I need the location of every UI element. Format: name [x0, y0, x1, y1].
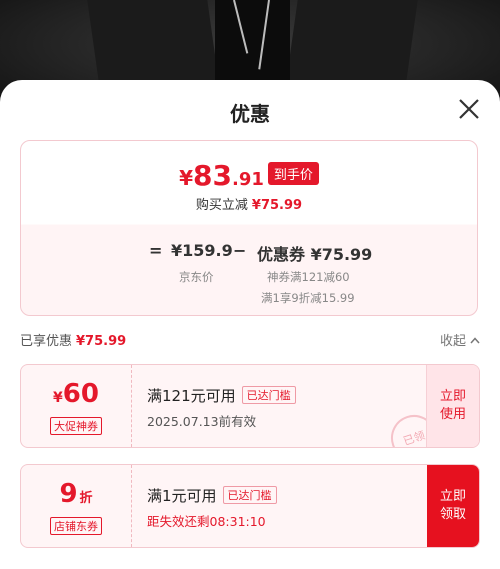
- instant-discount: 购买立减 ¥75.99: [21, 194, 477, 213]
- base-price: ¥159.9: [171, 241, 233, 260]
- equals-sign: =: [149, 241, 163, 260]
- coupon-detail-line: 满1享9折减15.99: [261, 291, 355, 305]
- claim-now-label: 立即 领取: [439, 489, 466, 522]
- instant-discount-amount: ¥75.99: [251, 198, 303, 213]
- coupon-currency: ¥: [53, 390, 63, 406]
- coupon-amount: 60: [62, 379, 99, 409]
- use-now-button[interactable]: 立即 使用: [426, 365, 479, 447]
- discount-bottom-sheet: 优惠 ¥83.91 到手价 购买立减 ¥75.99 = ¥159.9 − 优惠券 ¥…: [0, 80, 500, 569]
- minus-sign: −: [233, 241, 247, 260]
- coupon-condition: 满1元可用 已达门槛: [147, 485, 277, 506]
- claim-now-button[interactable]: 立即 领取: [427, 465, 479, 547]
- base-price-label: 京东价: [179, 270, 214, 284]
- final-price-tag: 到手价: [267, 162, 319, 185]
- coupon-condition: 满121元可用 已达门槛: [147, 385, 296, 406]
- coupon-condition-text: 满121元可用: [147, 387, 236, 405]
- coupon-card: ¥60 大促神券 满121元可用 已达门槛 2025.07.13前有效 已领 立即…: [20, 364, 480, 448]
- coupon-info: 满1元可用 已达门槛 距失效还剩08:31:10: [147, 465, 417, 547]
- coupon-value-section: ¥60 大促神券: [21, 365, 132, 447]
- coupon-condition-text: 满1元可用: [147, 487, 217, 505]
- enjoyed-discount: 已享优惠 ¥75.99: [20, 330, 126, 349]
- coupon-total: 优惠券 ¥75.99: [257, 245, 373, 264]
- final-price: ¥83.91 到手价: [21, 159, 477, 192]
- use-now-label: 立即 使用: [439, 389, 466, 422]
- coupon-validity: 2025.07.13前有效: [147, 414, 257, 429]
- enjoyed-amount: ¥75.99: [76, 334, 127, 349]
- price-integer: 83: [193, 159, 232, 192]
- currency-symbol: ¥: [179, 166, 194, 190]
- enjoyed-label: 已享优惠: [20, 334, 73, 349]
- chevron-up-icon: [470, 336, 480, 347]
- coupon-value: 9折: [21, 479, 131, 509]
- coupon-unit: 折: [79, 491, 93, 506]
- price-decimal: .91: [231, 169, 264, 190]
- coupon-detail-line: 神券满121减60: [267, 270, 350, 284]
- collapse-button[interactable]: 收起: [440, 330, 480, 349]
- coupon-info: 满121元可用 已达门槛 2025.07.13前有效: [147, 365, 417, 447]
- threshold-badge: 已达门槛: [241, 386, 296, 404]
- coupon-type-tag: 店铺东券: [50, 517, 102, 535]
- coupon-value-section: 9折 店铺东券: [21, 465, 132, 547]
- sheet-title: 优惠: [230, 102, 270, 126]
- collapse-label: 收起: [439, 334, 466, 349]
- price-summary-card: ¥83.91 到手价 购买立减 ¥75.99 = ¥159.9 − 优惠券 ¥75.…: [20, 140, 478, 316]
- coupon-value: ¥60: [21, 379, 131, 409]
- coupon-type-tag: 大促神券: [50, 417, 102, 435]
- close-icon[interactable]: [458, 98, 480, 120]
- coupon-card: 9折 店铺东券 满1元可用 已达门槛 距失效还剩08:31:10 立即 领取: [20, 464, 480, 548]
- threshold-badge: 已达门槛: [222, 486, 277, 504]
- instant-discount-label: 购买立减: [195, 198, 248, 213]
- coupon-countdown: 距失效还剩08:31:10: [147, 514, 266, 529]
- coupon-amount: 9: [59, 479, 78, 509]
